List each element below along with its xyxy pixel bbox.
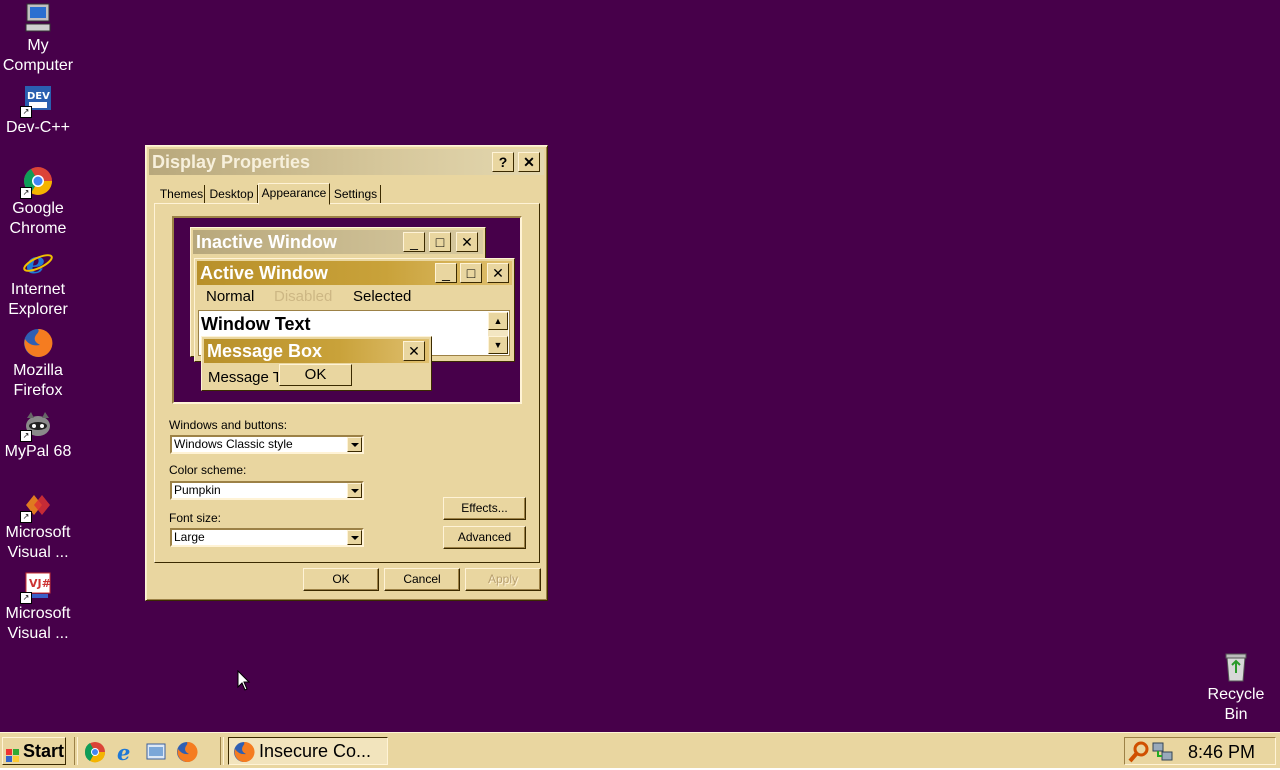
firefox-quicklaunch-icon[interactable] [176, 741, 198, 763]
svg-text:e: e [117, 741, 130, 763]
visual-jsharp-desktop-icon[interactable]: VJ# ↗ Microsoft Visual ... [0, 570, 76, 644]
network-tray-icon[interactable] [1152, 741, 1174, 768]
taskbar-divider [220, 737, 224, 765]
show-desktop-quicklaunch-icon[interactable] [145, 741, 167, 763]
close-icon: ✕ [487, 263, 509, 283]
firefox-icon [22, 327, 54, 359]
svg-text:DEV: DEV [27, 91, 50, 102]
windows-logo-icon [6, 744, 20, 770]
clock[interactable]: 8:46 PM [1188, 742, 1255, 763]
internet-explorer-desktop-icon[interactable]: e Internet Explorer [0, 246, 76, 320]
start-label: Start [23, 741, 65, 761]
search-key-tray-icon[interactable] [1128, 741, 1150, 768]
tab-themes[interactable]: Themes [159, 185, 205, 203]
firefox-desktop-icon[interactable]: Mozilla Firefox [0, 327, 76, 401]
scroll-up-icon: ▲ [488, 312, 508, 330]
desktop: My Computer DEV ↗ Dev-C++ ↗ Google Chrom… [0, 0, 1280, 732]
my-computer-desktop-icon[interactable]: My Computer [0, 2, 76, 76]
recycle-bin-desktop-icon[interactable]: Recycle Bin [1198, 651, 1274, 725]
desktop-icon-label: My Computer [2, 37, 74, 74]
windows-buttons-select[interactable]: Windows Classic style [170, 435, 364, 454]
font-size-select[interactable]: Large [170, 528, 364, 547]
maximize-icon: □ [429, 232, 451, 252]
display-properties-dialog: Display Properties ? ✕ Themes Desktop Ap… [145, 145, 548, 601]
start-button[interactable]: Start [2, 737, 66, 765]
color-scheme-select[interactable]: Pumpkin [170, 481, 364, 500]
maximize-icon: □ [460, 263, 482, 283]
desktop-icon-label: Dev-C++ [5, 119, 71, 136]
message-text: Message Text [208, 369, 278, 386]
devcpp-icon: DEV ↗ [20, 84, 54, 118]
windows-buttons-value: Windows Classic style [174, 437, 293, 451]
desktop-icon-label: MyPal 68 [4, 443, 72, 460]
system-tray: 8:46 PM [1124, 737, 1276, 765]
close-button[interactable]: ✕ [518, 152, 540, 172]
cancel-button[interactable]: Cancel [384, 568, 460, 591]
devcpp-desktop-icon[interactable]: DEV ↗ Dev-C++ [0, 84, 76, 138]
chrome-icon: ↗ [20, 165, 54, 199]
minimize-icon: _ [403, 232, 425, 252]
help-button[interactable]: ? [492, 152, 514, 172]
svg-text:VJ#: VJ# [29, 577, 51, 590]
effects-button[interactable]: Effects... [443, 497, 526, 520]
visual-studio-desktop-icon[interactable]: ↗ Microsoft Visual ... [0, 489, 76, 563]
desktop-icon-label: Internet Explorer [8, 281, 68, 318]
chrome-desktop-icon[interactable]: ↗ Google Chrome [0, 165, 76, 239]
desktop-icon-label: Recycle Bin [1207, 686, 1265, 723]
font-size-label: Font size: [169, 511, 222, 525]
dialog-title: Display Properties [152, 152, 311, 172]
close-icon: ✕ [456, 232, 478, 252]
close-icon: ✕ [403, 341, 425, 361]
scroll-down-icon: ▼ [488, 336, 508, 354]
windows-buttons-label: Windows and buttons: [169, 418, 288, 432]
desktop-icon-label: Mozilla Firefox [13, 362, 63, 399]
mypal-desktop-icon[interactable]: ↗ MyPal 68 [0, 408, 76, 462]
menu-selected: Selected [353, 288, 412, 305]
taskbar-window-button[interactable]: Insecure Co... [228, 737, 388, 765]
menu-disabled: Disabled [274, 288, 333, 305]
chrome-quicklaunch-icon[interactable] [84, 741, 106, 763]
message-box-title: Message Box [204, 339, 429, 363]
chevron-down-icon[interactable] [347, 437, 362, 452]
internet-explorer-icon: e [22, 246, 54, 281]
font-size-value: Large [174, 530, 205, 544]
desktop-icon-label: Microsoft Visual ... [5, 524, 71, 561]
firefox-icon [233, 741, 255, 764]
tab-settings[interactable]: Settings [331, 185, 381, 203]
window-text-sample: Window Text [201, 314, 311, 334]
apply-button[interactable]: Apply [465, 568, 541, 591]
ok-button[interactable]: OK [303, 568, 379, 591]
color-scheme-label: Color scheme: [169, 463, 247, 477]
taskbar: Start e Insecure Co... 8:46 PM [0, 732, 1280, 768]
minimize-icon: _ [435, 263, 457, 283]
internet-explorer-quicklaunch-icon[interactable]: e [115, 740, 137, 765]
color-scheme-value: Pumpkin [174, 483, 221, 497]
message-ok-button: OK [279, 364, 352, 386]
desktop-icon-label: Google Chrome [9, 200, 67, 237]
message-box-preview: Message Box ✕ Message Text OK [201, 336, 432, 391]
dialog-titlebar[interactable]: Display Properties ? ✕ [149, 149, 544, 175]
scrollbar: ▲ ▼ [488, 312, 508, 354]
chevron-down-icon[interactable] [347, 483, 362, 498]
mypal-icon: ↗ [20, 408, 54, 442]
appearance-preview: Inactive Window _ □ ✕ Active Window _ □ … [172, 216, 522, 404]
tab-appearance[interactable]: Appearance [258, 183, 330, 205]
taskbar-window-title: Insecure Co... [259, 741, 372, 761]
desktop-icon-label: Microsoft Visual ... [5, 605, 71, 642]
mouse-cursor-icon [237, 669, 251, 697]
computer-icon [22, 2, 54, 34]
quicklaunch-divider [74, 737, 78, 765]
menu-normal: Normal [206, 288, 255, 305]
visual-studio-icon: ↗ [20, 489, 54, 523]
tab-desktop[interactable]: Desktop [206, 185, 258, 203]
chevron-down-icon[interactable] [347, 530, 362, 545]
recycle-bin-icon [1220, 651, 1252, 683]
advanced-button[interactable]: Advanced [443, 526, 526, 549]
visual-jsharp-icon: VJ# ↗ [20, 570, 54, 604]
